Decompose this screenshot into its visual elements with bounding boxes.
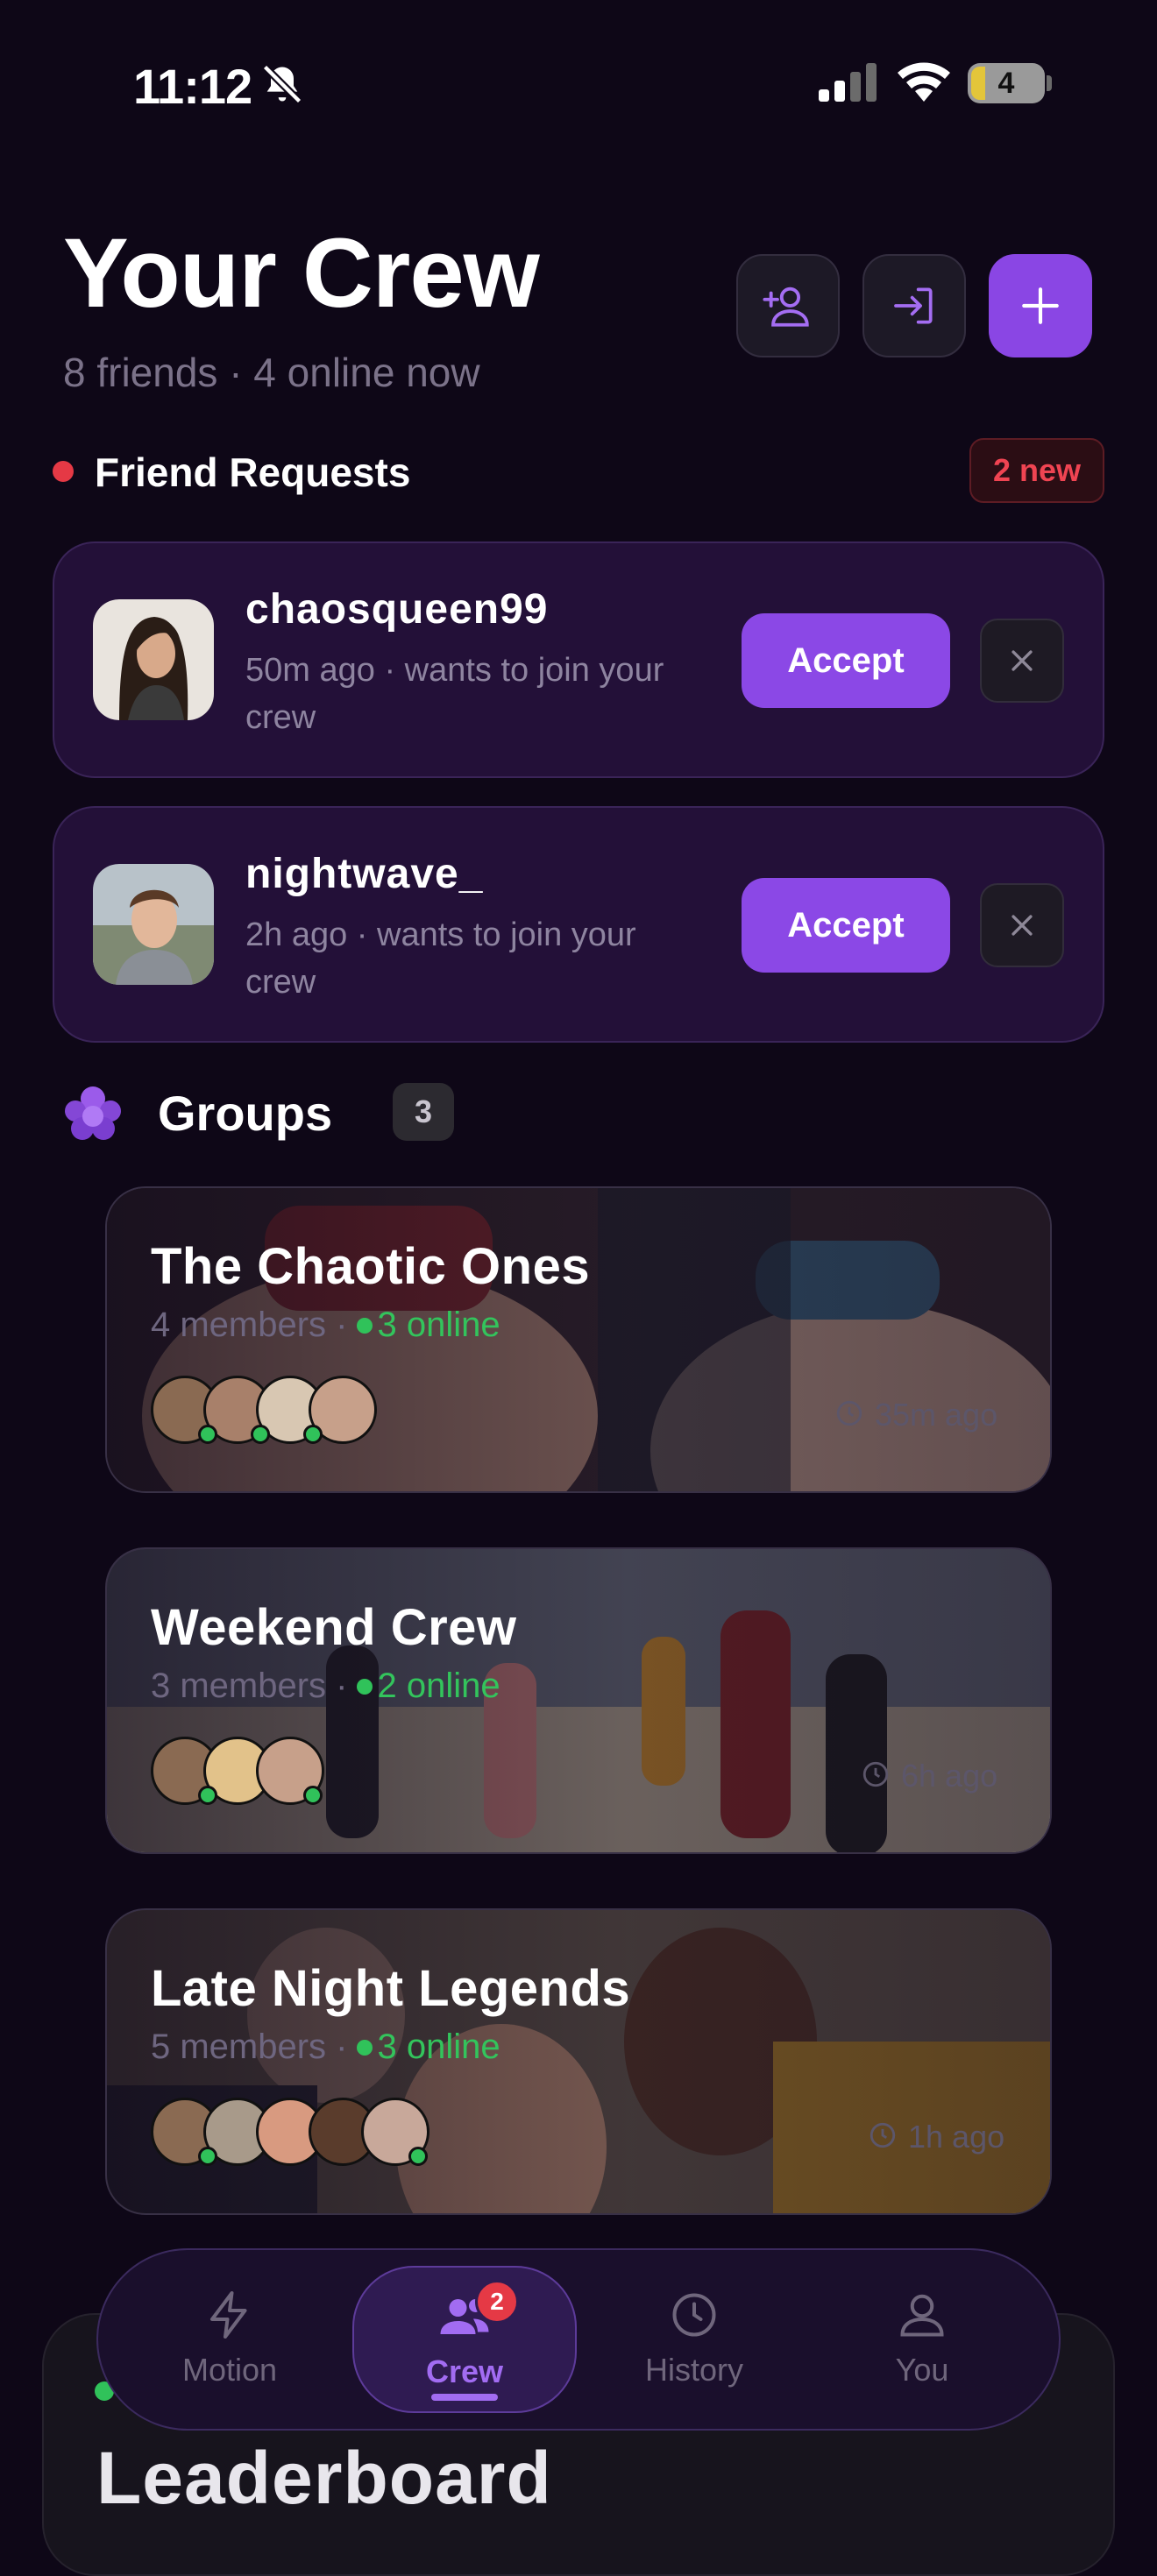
alert-dot	[53, 461, 74, 482]
group-last-active: 1h ago	[908, 2119, 1005, 2155]
clock-icon	[870, 2122, 896, 2148]
page-subtitle: 8 friends · 4 online now	[63, 350, 480, 395]
accept-button[interactable]: Accept	[742, 878, 950, 973]
online-dot	[356, 1318, 373, 1334]
group-meta: 5 members · 3 online	[151, 2028, 500, 2066]
group-name: Weekend Crew	[151, 1599, 517, 1656]
group-online-count: 3 online	[377, 1306, 500, 1344]
groups-title: Groups	[158, 1086, 333, 1141]
decline-button[interactable]	[980, 883, 1064, 967]
request-username: nightwave_	[245, 851, 484, 897]
request-meta: 50m ago · wants to join your crew	[245, 652, 664, 736]
friend-request-card: nightwave_ 2h ago · wants to join your c…	[53, 806, 1104, 1043]
group-name: Late Night Legends	[151, 1960, 631, 2017]
online-dot	[356, 2040, 373, 2056]
create-group-button[interactable]	[989, 254, 1092, 357]
group-last-active: 35m ago	[875, 1397, 998, 1433]
page-title: Your Crew	[63, 218, 540, 328]
clock-icon	[862, 1761, 889, 1787]
bell-muted-icon	[262, 64, 302, 104]
clock-icon	[672, 2293, 716, 2337]
avatar	[93, 599, 214, 720]
new-requests-badge: 2 new	[969, 438, 1104, 503]
tab-history[interactable]: History	[589, 2250, 799, 2429]
group-meta: 3 members · 2 online	[151, 1667, 500, 1705]
battery-indicator: 4	[968, 63, 1045, 103]
cellular-signal-icon	[819, 63, 877, 102]
request-username: chaosqueen99	[245, 586, 549, 633]
status-time: 11:12	[133, 59, 252, 114]
friend-requests-title: Friend Requests	[95, 449, 411, 495]
join-group-button[interactable]	[862, 254, 966, 357]
close-icon	[1011, 650, 1033, 671]
plus-icon	[1022, 287, 1059, 324]
group-online-count: 3 online	[377, 2028, 500, 2066]
friend-request-card: chaosqueen99 50m ago · wants to join you…	[53, 541, 1104, 778]
close-icon	[1011, 915, 1033, 936]
leaderboard-title: Leaderboard	[96, 2437, 552, 2519]
group-name: The Chaotic Ones	[151, 1238, 591, 1295]
crew-notification-badge: 2	[475, 2280, 519, 2324]
user-icon	[900, 2294, 944, 2337]
online-dot	[356, 1679, 373, 1695]
tab-crew[interactable]: 2 Crew	[352, 2266, 577, 2413]
groups-icon	[65, 1086, 121, 1140]
group-card[interactable]: Weekend Crew 3 members · 2 online 6h ago	[105, 1547, 1052, 1854]
accept-button[interactable]: Accept	[742, 613, 950, 708]
group-last-active: 6h ago	[901, 1758, 998, 1794]
add-friend-button[interactable]	[736, 254, 840, 357]
avatar	[93, 864, 214, 985]
request-meta: 2h ago · wants to join your crew	[245, 916, 636, 1001]
group-card[interactable]: Late Night Legends 5 members · 3 online 1…	[105, 1908, 1052, 2215]
tab-you[interactable]: You	[817, 2250, 1027, 2429]
group-online-count: 2 online	[377, 1667, 500, 1705]
decline-button[interactable]	[980, 619, 1064, 703]
group-meta: 4 members · 3 online	[151, 1306, 500, 1344]
tab-motion[interactable]: Motion	[124, 2250, 335, 2429]
login-icon	[894, 287, 933, 324]
groups-count-badge: 3	[393, 1083, 454, 1141]
tab-bar: Motion 2 Crew History You	[96, 2248, 1061, 2431]
add-user-icon	[763, 287, 809, 327]
clock-icon	[836, 1400, 862, 1426]
wifi-icon	[898, 62, 950, 102]
lightning-icon	[210, 2291, 247, 2339]
group-card[interactable]: The Chaotic Ones 4 members · 3 online 35m…	[105, 1186, 1052, 1493]
